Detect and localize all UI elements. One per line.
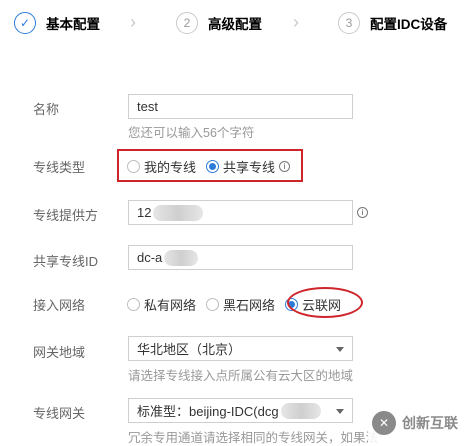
type-option-shared-label: 共享专线 bbox=[223, 160, 276, 175]
redacted-blur bbox=[164, 249, 199, 266]
provider-value: 12 bbox=[137, 205, 152, 220]
provider-input[interactable]: 12 bbox=[128, 200, 353, 225]
brand-logo-icon: ✕ bbox=[372, 410, 396, 435]
step-2-number: 2 bbox=[176, 12, 198, 34]
radio-off-icon bbox=[206, 298, 220, 311]
network-option-private[interactable]: 私有网络 bbox=[127, 295, 196, 314]
watermark: ✕ 创新互联 bbox=[368, 402, 471, 443]
step-3-label: 配置IDC设备 bbox=[370, 17, 448, 32]
radio-off-icon bbox=[127, 298, 140, 311]
type-option-shared[interactable]: 共享专线 bbox=[206, 157, 275, 176]
step-1-label: 基本配置 bbox=[46, 17, 100, 32]
highlight-oval bbox=[287, 287, 363, 318]
radio-off-icon bbox=[127, 160, 140, 173]
share-id-label: 共享专线ID bbox=[33, 254, 99, 269]
check-icon: ✓ bbox=[14, 12, 36, 34]
chevron-right-icon: › bbox=[293, 12, 299, 32]
network-option-blackstone[interactable]: 黑石网络 bbox=[206, 295, 275, 314]
step-2-label: 高级配置 bbox=[208, 17, 262, 32]
redacted-blur bbox=[153, 204, 204, 221]
region-select[interactable]: 华北地区（北京） bbox=[128, 336, 353, 361]
share-id-value: dc-a bbox=[137, 250, 163, 265]
network-option-blackstone-label: 黑石网络 bbox=[223, 298, 276, 313]
type-option-mine[interactable]: 我的专线 bbox=[127, 157, 196, 176]
chevron-down-icon bbox=[336, 409, 344, 414]
name-label: 名称 bbox=[33, 102, 60, 117]
name-input[interactable]: test bbox=[128, 94, 353, 119]
step-2[interactable]: 2 高级配置 bbox=[176, 10, 262, 36]
info-icon[interactable]: i bbox=[279, 161, 291, 172]
region-label: 网关地域 bbox=[33, 345, 86, 360]
step-3-number: 3 bbox=[338, 12, 360, 34]
radio-on-icon bbox=[206, 160, 220, 173]
name-value: test bbox=[137, 99, 158, 114]
chevron-right-icon: › bbox=[130, 12, 136, 32]
gateway-value: 标准型：beijing-IDC(dcg bbox=[137, 404, 279, 419]
type-label: 专线类型 bbox=[33, 160, 86, 175]
name-hint: 您还可以输入56个字符 bbox=[128, 126, 255, 140]
chevron-down-icon bbox=[336, 347, 344, 352]
step-3[interactable]: 3 配置IDC设备 bbox=[338, 10, 447, 36]
provider-label: 专线提供方 bbox=[33, 208, 99, 223]
share-id-input[interactable]: dc-a bbox=[128, 245, 353, 270]
type-option-mine-label: 我的专线 bbox=[144, 160, 197, 175]
network-option-private-label: 私有网络 bbox=[144, 298, 197, 313]
gateway-label: 专线网关 bbox=[33, 406, 86, 421]
info-icon[interactable]: i bbox=[357, 207, 368, 218]
steps-header: ✓ 基本配置 › 2 高级配置 › 3 配置IDC设备 bbox=[0, 0, 471, 46]
region-hint: 请选择专线接入点所属公有云大区的地域 bbox=[128, 369, 354, 383]
type-radio-group: 我的专线 共享专线 i bbox=[127, 157, 291, 176]
step-1[interactable]: ✓ 基本配置 bbox=[14, 10, 100, 36]
watermark-text: 创新互联 bbox=[402, 414, 458, 431]
redacted-blur bbox=[280, 402, 321, 419]
gateway-hint: 冗余专用通道请选择相同的专线网关，如果法 bbox=[128, 431, 379, 445]
gateway-select[interactable]: 标准型：beijing-IDC(dcg bbox=[128, 398, 353, 423]
region-value: 华北地区（北京） bbox=[137, 342, 242, 357]
network-label: 接入网络 bbox=[33, 298, 86, 313]
